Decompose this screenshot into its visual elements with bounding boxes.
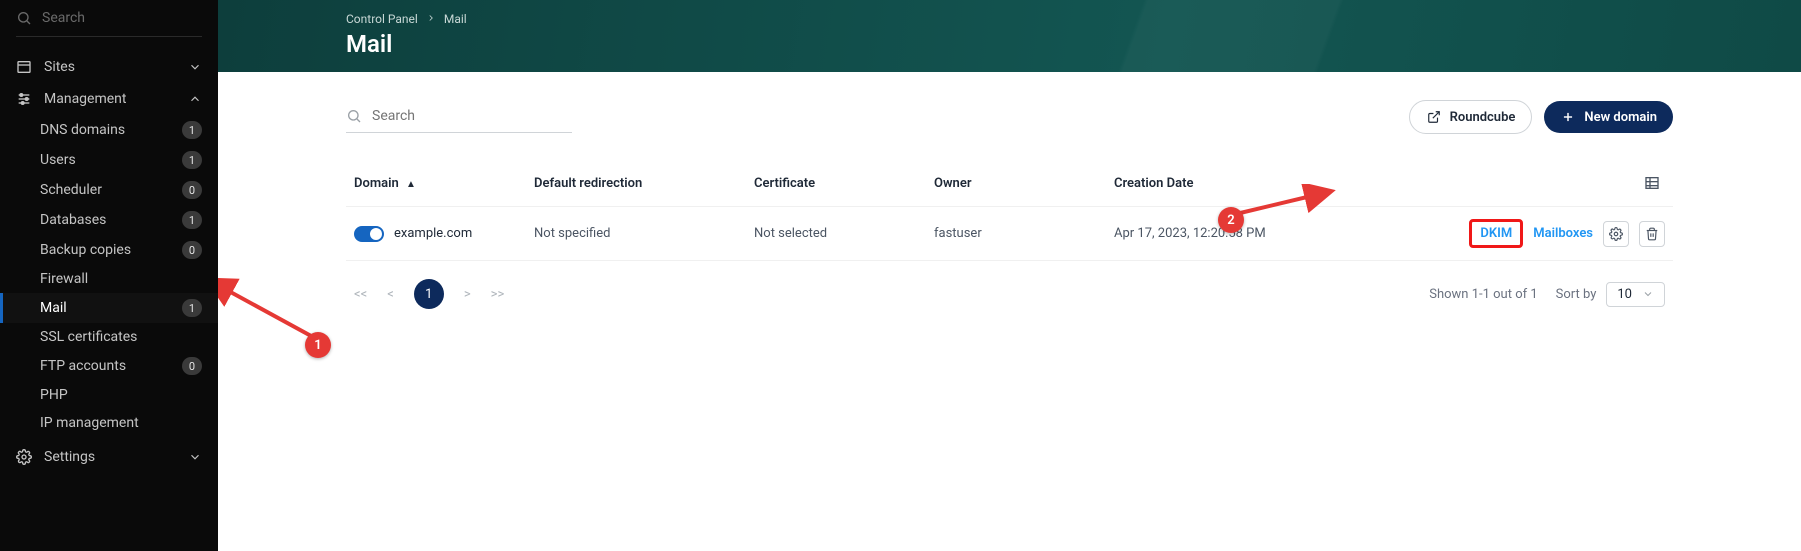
nav-settings-label: Settings: [44, 449, 176, 465]
cell-certificate: Not selected: [754, 226, 934, 241]
roundcube-button[interactable]: Roundcube: [1409, 100, 1533, 134]
count-badge: 1: [182, 151, 202, 169]
annotation-marker-1: 1: [305, 332, 331, 358]
nav-sites[interactable]: Sites: [0, 51, 218, 83]
window-icon: [16, 59, 32, 75]
page-size-value: 10: [1617, 287, 1632, 302]
table-view-icon[interactable]: [1639, 170, 1665, 196]
sidebar-item-mail[interactable]: Mail 1: [0, 293, 218, 323]
sidebar-item-label: Users: [40, 152, 174, 168]
sidebar-item-php[interactable]: PHP: [0, 381, 218, 409]
sidebar-item-label: PHP: [40, 387, 202, 403]
content: Roundcube New domain Domain ▲ Default re…: [218, 72, 1801, 309]
delete-button[interactable]: [1639, 221, 1665, 247]
th-creation-date[interactable]: Creation Date: [1114, 176, 1334, 191]
page-title: Mail: [346, 30, 1801, 58]
table-row: example.com Not specified Not selected f…: [346, 207, 1673, 261]
cell-creation-date: Apr 17, 2023, 12:20:58 PM: [1114, 226, 1334, 241]
sidebar-item-label: Backup copies: [40, 242, 174, 258]
count-badge: 0: [182, 181, 202, 199]
sidebar-item-backup-copies[interactable]: Backup copies 0: [0, 235, 218, 265]
new-domain-button[interactable]: New domain: [1544, 101, 1673, 133]
count-badge: 1: [182, 121, 202, 139]
mailboxes-link[interactable]: Mailboxes: [1533, 226, 1593, 241]
page-size-select[interactable]: 10: [1606, 282, 1665, 307]
breadcrumb-current: Mail: [444, 12, 467, 26]
sidebar-item-ssl-certificates[interactable]: SSL certificates: [0, 323, 218, 351]
gear-icon: [16, 449, 32, 465]
sidebar-item-label: Scheduler: [40, 182, 174, 198]
toolbar: Roundcube New domain: [346, 100, 1673, 134]
chevron-right-icon: [426, 12, 436, 26]
cell-owner: fastuser: [934, 226, 1114, 241]
table-footer: << < 1 > >> Shown 1-1 out of 1 Sort by 1…: [346, 261, 1673, 309]
count-badge: 0: [182, 357, 202, 375]
sidebar-item-users[interactable]: Users 1: [0, 145, 218, 175]
page-current[interactable]: 1: [414, 279, 444, 309]
domain-toggle[interactable]: [354, 226, 384, 242]
chevron-down-icon: [1642, 288, 1654, 300]
sidebar-item-label: DNS domains: [40, 122, 174, 138]
main-search[interactable]: [346, 102, 572, 130]
sort-by-label: Sort by: [1556, 287, 1597, 302]
sidebar-search-placeholder: Search: [42, 10, 85, 26]
chevron-up-icon: [188, 92, 202, 106]
sidebar-item-ip-management[interactable]: IP management: [0, 409, 218, 437]
pagination: << < 1 > >>: [354, 279, 504, 309]
cell-redirection: Not specified: [534, 226, 754, 241]
search-icon: [16, 10, 32, 26]
settings-button[interactable]: [1603, 221, 1629, 247]
table-header: Domain ▲ Default redirection Certificate…: [346, 160, 1673, 207]
sidebar-item-label: SSL certificates: [40, 329, 202, 345]
breadcrumb-root[interactable]: Control Panel: [346, 12, 418, 26]
count-badge: 0: [182, 241, 202, 259]
page-first[interactable]: <<: [354, 287, 367, 302]
sidebar-item-dns-domains[interactable]: DNS domains 1: [0, 115, 218, 145]
chevron-down-icon: [188, 60, 202, 74]
roundcube-label: Roundcube: [1450, 110, 1516, 125]
sidebar-item-label: Firewall: [40, 271, 202, 287]
domain-table: Domain ▲ Default redirection Certificate…: [346, 160, 1673, 261]
shown-count: Shown 1-1 out of 1: [1429, 287, 1537, 302]
th-domain[interactable]: Domain ▲: [354, 176, 534, 191]
sidebar-item-label: Mail: [40, 300, 174, 316]
th-redirection[interactable]: Default redirection: [534, 176, 754, 191]
search-icon: [346, 108, 362, 124]
sidebar-item-label: FTP accounts: [40, 358, 174, 374]
page-prev[interactable]: <: [387, 287, 394, 302]
sidebar: Search Sites Management DNS domains 1 Us…: [0, 0, 218, 551]
plus-icon: [1560, 109, 1576, 125]
nav-settings[interactable]: Settings: [0, 441, 218, 473]
nav-management[interactable]: Management: [0, 83, 218, 115]
th-certificate[interactable]: Certificate: [754, 176, 934, 191]
sort-ascending-icon: ▲: [406, 179, 416, 190]
breadcrumb: Control Panel Mail: [346, 12, 1801, 26]
sidebar-item-label: IP management: [40, 415, 202, 431]
dkim-link[interactable]: DKIM: [1469, 219, 1523, 248]
th-domain-label: Domain: [354, 176, 399, 191]
search-input[interactable]: [372, 102, 572, 130]
nav-management-label: Management: [44, 91, 176, 107]
count-badge: 1: [182, 299, 202, 317]
sidebar-item-ftp-accounts[interactable]: FTP accounts 0: [0, 351, 218, 381]
th-owner[interactable]: Owner: [934, 176, 1114, 191]
external-link-icon: [1426, 109, 1442, 125]
count-badge: 1: [182, 211, 202, 229]
chevron-down-icon: [188, 450, 202, 464]
sidebar-item-label: Databases: [40, 212, 174, 228]
page-last[interactable]: >>: [491, 287, 505, 302]
sidebar-item-databases[interactable]: Databases 1: [0, 205, 218, 235]
sidebar-item-scheduler[interactable]: Scheduler 0: [0, 175, 218, 205]
page-next[interactable]: >: [464, 287, 471, 302]
page-header: Control Panel Mail Mail: [218, 0, 1801, 72]
cell-domain[interactable]: example.com: [394, 226, 472, 241]
sliders-icon: [16, 91, 32, 107]
main-area: Control Panel Mail Mail: [218, 0, 1801, 551]
sidebar-search[interactable]: Search: [16, 10, 202, 26]
new-domain-label: New domain: [1584, 110, 1657, 125]
annotation-arrow-1: [218, 277, 333, 347]
sidebar-item-firewall[interactable]: Firewall: [0, 265, 218, 293]
nav-sites-label: Sites: [44, 59, 176, 75]
